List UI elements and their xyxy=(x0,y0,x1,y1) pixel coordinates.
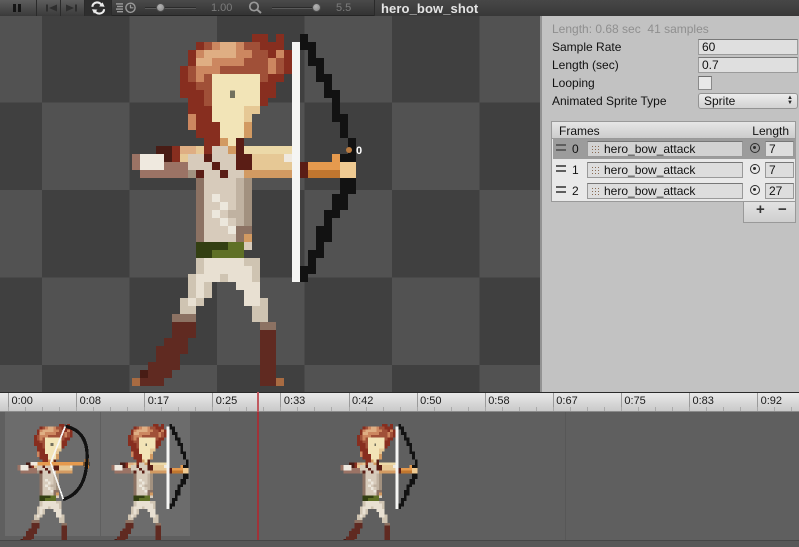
svg-text:0: 0 xyxy=(356,145,362,156)
